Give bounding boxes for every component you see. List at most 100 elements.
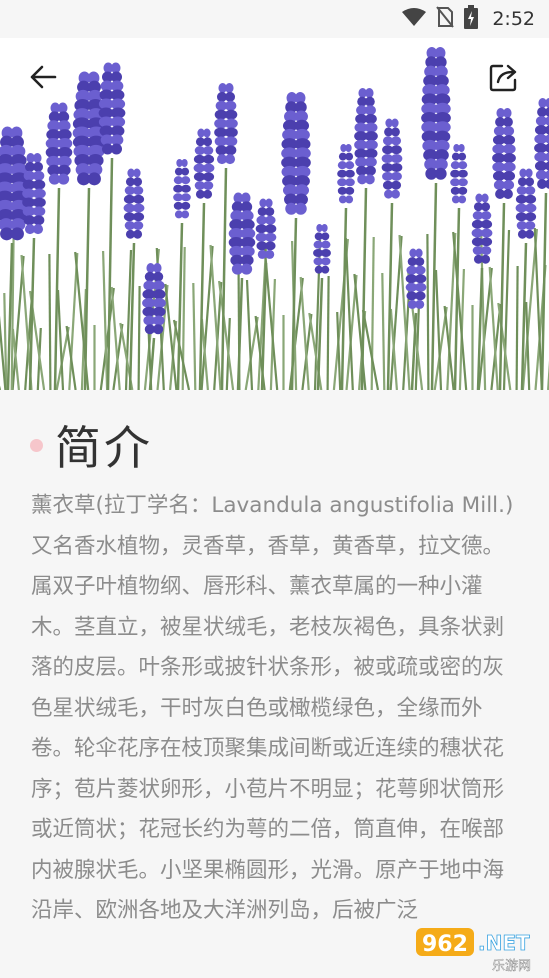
- status-bar: 2:52: [0, 0, 549, 38]
- lavender-bud: [503, 117, 513, 127]
- lavender-bud: [415, 257, 425, 267]
- lavender-bud: [480, 219, 493, 229]
- lavender-bud: [224, 91, 236, 102]
- lavender-bud: [524, 194, 537, 204]
- lavender-bud: [390, 162, 403, 172]
- lavender-bud: [264, 224, 277, 234]
- lavender-bud: [415, 299, 425, 309]
- lavender-bud: [265, 198, 273, 208]
- lavender-bud: [224, 118, 238, 129]
- lavender-bud: [152, 271, 164, 282]
- lavender-bud: [502, 180, 515, 190]
- lavender-bud: [364, 122, 378, 133]
- lavender-bud: [32, 206, 46, 217]
- lavender-bud: [345, 186, 355, 195]
- lavender-bud: [364, 131, 378, 142]
- lavender-bud: [264, 241, 276, 251]
- lavender-bud: [502, 126, 515, 136]
- lavender-bud: [152, 324, 164, 335]
- lavender-bud: [458, 178, 468, 187]
- lavender-bud: [502, 171, 516, 181]
- lavender-bud: [224, 154, 236, 165]
- lavender-bud: [458, 195, 467, 204]
- lavender-bud: [458, 186, 468, 195]
- lavender-bud: [364, 157, 377, 168]
- lavender-bud: [390, 136, 402, 146]
- lavender-bud: [321, 249, 331, 257]
- lavender-bud: [480, 228, 493, 238]
- share-icon: [489, 64, 517, 92]
- lavender-bud: [364, 139, 378, 150]
- lavender-bud: [480, 237, 493, 247]
- lavender-bud: [33, 153, 42, 163]
- lavender-bud: [390, 180, 402, 190]
- lavender-bud: [390, 154, 403, 164]
- lavender-bud: [133, 168, 141, 178]
- lavender-bud: [152, 280, 165, 291]
- lavender-bud: [152, 306, 166, 317]
- lavender-bud: [240, 263, 253, 275]
- lavender-stem: [53, 187, 61, 390]
- lavender-bud: [321, 232, 330, 241]
- lavender-bud: [345, 178, 355, 187]
- lavender-bud: [181, 201, 191, 210]
- lavender-bud: [525, 177, 535, 187]
- grass-blade: [192, 282, 197, 390]
- lavender-bud: [365, 96, 375, 107]
- lavender-bud: [545, 107, 549, 117]
- intro-section: 简介 薰衣草(拉丁学名：Lavandula angustifolia Mill.…: [0, 390, 549, 976]
- lavender-bud: [364, 148, 378, 159]
- lavender-bud: [224, 127, 238, 138]
- lavender-bud: [502, 162, 516, 172]
- lavender-bud: [203, 189, 213, 199]
- lavender-bud: [345, 161, 355, 170]
- grass-blade: [326, 275, 330, 390]
- lavender-stem: [220, 167, 228, 390]
- lavender-bud: [365, 174, 375, 185]
- lavender-bud: [32, 188, 46, 199]
- lavender-bud: [503, 108, 512, 118]
- lavender-bud: [524, 212, 537, 222]
- lavender-bud: [153, 263, 162, 273]
- lavender-bud: [264, 215, 276, 225]
- lavender-bud: [458, 152, 467, 161]
- grass-blade: [48, 253, 52, 390]
- lavender-bud: [152, 298, 166, 308]
- lavender-stem: [386, 202, 394, 390]
- lavender-bud: [364, 165, 376, 176]
- lavender-bud: [503, 189, 513, 199]
- grass-blade: [137, 285, 141, 390]
- lavender-bud: [502, 135, 516, 145]
- lavender-bud: [202, 154, 215, 164]
- lavender-bud: [321, 224, 328, 232]
- lavender-bud: [545, 179, 549, 189]
- lavender-bud: [32, 224, 44, 235]
- lavender-bud: [132, 186, 144, 195]
- share-button[interactable]: [487, 60, 521, 94]
- battery-charging-icon: [464, 5, 479, 33]
- lavender-bud: [202, 146, 214, 155]
- lavender-bud: [152, 289, 166, 300]
- lavender-bud: [321, 240, 331, 249]
- lavender-bud: [132, 212, 145, 222]
- lavender-bud: [202, 181, 214, 190]
- lavender-bud: [57, 173, 70, 185]
- back-button[interactable]: [26, 60, 60, 94]
- watermark-subtitle: 乐游网: [492, 959, 531, 974]
- lavender-bud: [202, 172, 215, 182]
- lavender-bud: [225, 83, 234, 93]
- lavender-bud: [110, 143, 123, 155]
- lavender-bud: [524, 186, 536, 195]
- lavender-bud: [181, 210, 190, 219]
- lavender-bud: [132, 203, 145, 213]
- lavender-bud: [32, 215, 45, 226]
- lavender-bud: [32, 170, 45, 181]
- hero-image: [0, 38, 549, 390]
- lavender-bud: [391, 118, 399, 128]
- site-watermark: 962 .NET 乐游网: [416, 924, 546, 974]
- intro-text: 薰衣草(拉丁学名：Lavandula angustifolia Mill.)又名…: [31, 493, 514, 923]
- lavender-bud: [133, 229, 143, 239]
- lavender-bud: [181, 167, 190, 176]
- grass-blade: [426, 233, 430, 390]
- lavender-bud: [264, 232, 277, 242]
